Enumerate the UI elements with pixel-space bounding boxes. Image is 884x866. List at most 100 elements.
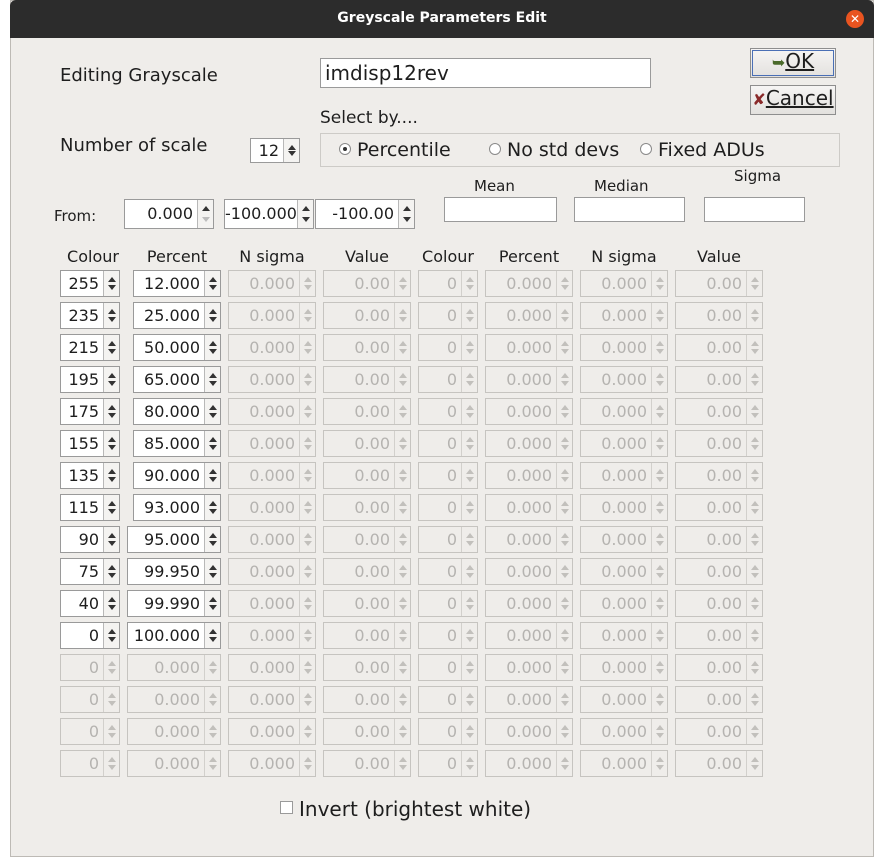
spinner-arrows-icon[interactable] — [103, 399, 119, 424]
spinner-arrows-icon[interactable] — [297, 200, 313, 228]
spinner-arrows-icon[interactable] — [283, 139, 299, 162]
colour-spinner[interactable]: 75 — [60, 558, 120, 585]
spinner-arrows-icon[interactable] — [204, 559, 220, 584]
percent-spinner[interactable]: 25.000 — [133, 302, 221, 329]
cancel-button[interactable]: ✘Cancel — [750, 85, 836, 115]
spinner-arrows-icon — [394, 719, 410, 744]
spinner-arrows-icon — [556, 527, 572, 552]
colour-spinner[interactable]: 90 — [60, 526, 120, 553]
spinner-arrows-icon[interactable] — [204, 431, 220, 456]
percent-spinner[interactable]: 80.000 — [133, 398, 221, 425]
spinner-arrows-icon — [651, 719, 667, 744]
mean-field[interactable] — [444, 197, 557, 222]
from-spinner-1[interactable]: 0.000 — [124, 199, 214, 229]
spinner-arrows-icon[interactable] — [103, 303, 119, 328]
spinner-value: 215 — [68, 338, 99, 357]
colour-spinner[interactable]: 155 — [60, 430, 120, 457]
spinner-arrows-icon[interactable] — [204, 271, 220, 296]
spinner-arrows-icon — [556, 623, 572, 648]
spinner-arrows-icon[interactable] — [398, 200, 414, 228]
percent-spinner[interactable]: 85.000 — [133, 430, 221, 457]
colour-spinner[interactable]: 195 — [60, 366, 120, 393]
from-spinner-3[interactable]: -100.00 — [315, 199, 415, 229]
value-2-spinner: 0.00 — [675, 654, 763, 681]
spinner-value: 0.000 — [154, 658, 200, 677]
percent-spinner[interactable]: 65.000 — [133, 366, 221, 393]
spinner-arrows-icon[interactable] — [103, 431, 119, 456]
percent-2-spinner: 0.000 — [485, 590, 573, 617]
colour-spinner[interactable]: 40 — [60, 590, 120, 617]
spinner-arrows-icon[interactable] — [103, 367, 119, 392]
spinner-arrows-icon[interactable] — [103, 591, 119, 616]
sigma-field[interactable] — [704, 197, 805, 222]
colour-spinner[interactable]: 135 — [60, 462, 120, 489]
invert-checkbox[interactable] — [280, 801, 293, 814]
percent-spinner[interactable]: 12.000 — [133, 270, 221, 297]
spinner-arrows-icon — [299, 623, 315, 648]
close-icon[interactable]: ✕ — [846, 10, 864, 28]
radio-percentile[interactable]: Percentile — [339, 139, 451, 161]
spinner-value: 0.000 — [601, 434, 647, 453]
value-2-spinner: 0.00 — [675, 686, 763, 713]
percent-spinner[interactable]: 100.000 — [127, 622, 221, 649]
spinner-arrows-icon — [299, 335, 315, 360]
spinner-arrows-icon[interactable] — [103, 623, 119, 648]
colour-spinner[interactable]: 0 — [60, 622, 120, 649]
number-of-scales-spinner[interactable]: 12 — [250, 138, 300, 163]
spinner-arrows-icon[interactable] — [103, 271, 119, 296]
spinner-value: 0 — [88, 754, 99, 773]
spinner-arrows-icon[interactable] — [204, 591, 220, 616]
spinner-arrows-icon[interactable] — [103, 463, 119, 488]
spinner-arrows-icon — [394, 527, 410, 552]
percent-spinner[interactable]: 99.950 — [127, 558, 221, 585]
spinner-arrows-icon[interactable] — [103, 495, 119, 520]
grayscale-name-input[interactable]: imdisp12rev — [320, 58, 651, 88]
spinner-arrows-icon[interactable] — [103, 335, 119, 360]
radio-fixed-adus[interactable]: Fixed ADUs — [640, 139, 765, 161]
spinner-arrows-icon[interactable] — [204, 335, 220, 360]
spinner-arrows-icon — [394, 335, 410, 360]
colour-spinner[interactable]: 235 — [60, 302, 120, 329]
spinner-arrows-icon[interactable] — [103, 559, 119, 584]
spinner-value: 0.000 — [154, 690, 200, 709]
from-spinner-2[interactable]: -100.000 — [224, 199, 314, 229]
colour-spinner[interactable]: 115 — [60, 494, 120, 521]
ok-button[interactable]: ➥OK — [750, 48, 836, 78]
colour-2-spinner: 0 — [418, 750, 478, 777]
percent-spinner[interactable]: 50.000 — [133, 334, 221, 361]
percent-spinner[interactable]: 90.000 — [133, 462, 221, 489]
n-sigma-2-spinner: 0.000 — [580, 750, 668, 777]
radio-no-std-devs[interactable]: No std devs — [489, 139, 619, 161]
median-label: Median — [594, 177, 649, 195]
colour-spinner[interactable]: 255 — [60, 270, 120, 297]
spinner-value: 0.000 — [601, 402, 647, 421]
spinner-value: 0.000 — [506, 690, 552, 709]
spinner-value: 0.000 — [506, 274, 552, 293]
percent-spinner: 0.000 — [127, 750, 221, 777]
percent-spinner[interactable]: 99.990 — [127, 590, 221, 617]
spinner-arrows-icon — [556, 463, 572, 488]
colour-2-spinner: 0 — [418, 526, 478, 553]
spinner-arrows-icon[interactable] — [197, 200, 213, 228]
spinner-arrows-icon[interactable] — [204, 463, 220, 488]
colour-spinner[interactable]: 215 — [60, 334, 120, 361]
colour-spinner[interactable]: 175 — [60, 398, 120, 425]
colour-2-spinner: 0 — [418, 334, 478, 361]
spinner-arrows-icon[interactable] — [204, 623, 220, 648]
percent-spinner[interactable]: 93.000 — [133, 494, 221, 521]
spinner-arrows-icon[interactable] — [204, 367, 220, 392]
spinner-arrows-icon[interactable] — [204, 495, 220, 520]
spinner-arrows-icon[interactable] — [204, 399, 220, 424]
colour-spinner: 0 — [60, 686, 120, 713]
spinner-arrows-icon — [394, 367, 410, 392]
spinner-arrows-icon[interactable] — [204, 303, 220, 328]
n-sigma-2-spinner: 0.000 — [580, 334, 668, 361]
spinner-value: 0.000 — [601, 530, 647, 549]
n-sigma-spinner: 0.000 — [228, 686, 316, 713]
radio-unselected-icon — [640, 142, 652, 155]
spinner-arrows-icon[interactable] — [103, 527, 119, 552]
median-field[interactable] — [574, 197, 685, 222]
spinner-arrows-icon — [394, 559, 410, 584]
percent-spinner[interactable]: 95.000 — [127, 526, 221, 553]
spinner-arrows-icon[interactable] — [204, 527, 220, 552]
